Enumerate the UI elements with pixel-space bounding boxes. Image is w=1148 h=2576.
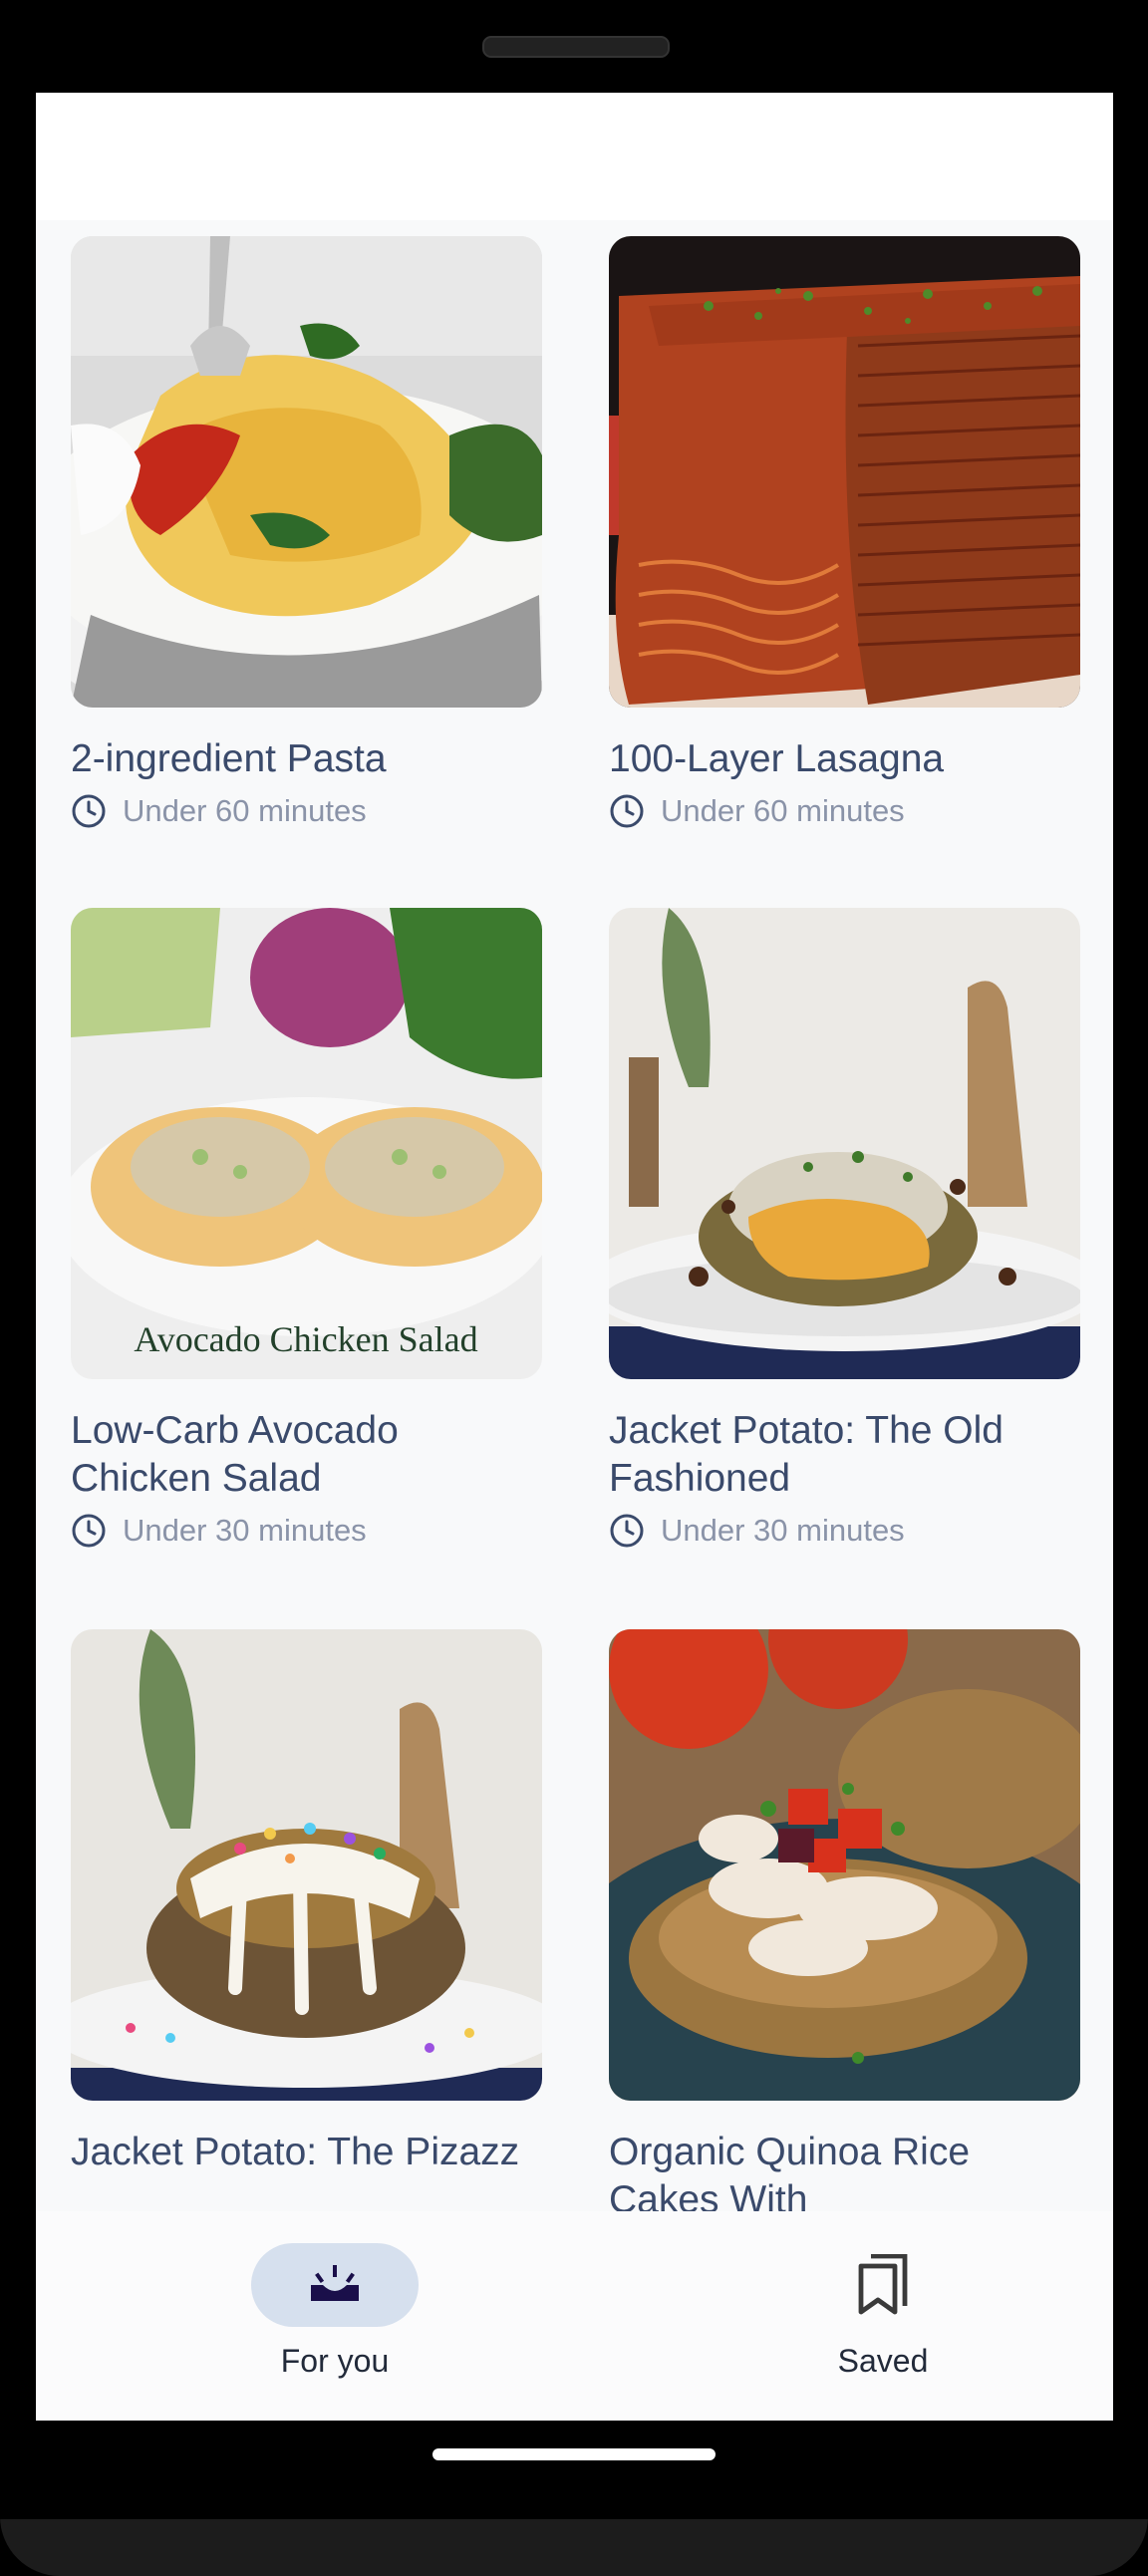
recipe-image[interactable] (71, 1629, 542, 2101)
recipe-time: Under 60 minutes (71, 791, 542, 831)
recipe-card[interactable]: Jacket Potato: The Old Fashioned Under 3… (609, 908, 1080, 1551)
recipe-title: Jacket Potato: The Old Fashioned (609, 1409, 1004, 1500)
image-caption: Avocado Chicken Salad (134, 1319, 477, 1359)
clock-icon (610, 794, 644, 828)
recipe-title: 100-Layer Lasagna (609, 737, 945, 780)
phone-frame: 2-ingredient Pasta Under 60 minutes 100-… (0, 0, 1148, 2576)
recipe-time: Under 30 minutes (71, 1511, 542, 1551)
recipe-image[interactable] (609, 1629, 1080, 2101)
recipe-time-label: Under 30 minutes (661, 1513, 905, 1548)
recipe-time-label: Under 60 minutes (123, 793, 367, 828)
recipe-time-label: Under 30 minutes (123, 1513, 367, 1548)
recipe-image[interactable] (609, 236, 1080, 708)
nav-for-you[interactable]: For you (185, 2211, 484, 2421)
recipe-card[interactable]: Organic Quinoa Rice Cakes With (609, 1629, 1080, 2224)
recipe-card[interactable]: Jacket Potato: The Pizazz (71, 1629, 542, 2176)
status-bar (36, 93, 1113, 220)
nav-active-indicator (251, 2243, 419, 2327)
clock-icon (72, 1514, 106, 1548)
device-bezel-bottom (0, 2519, 1148, 2576)
speaker-grille (482, 36, 670, 58)
recipe-time: Under 60 minutes (609, 791, 1080, 831)
clock-icon (610, 1514, 644, 1548)
recipe-title: 2-ingredient Pasta (71, 737, 387, 780)
recipe-title: Jacket Potato: The Pizazz (71, 2131, 520, 2173)
recipe-card[interactable]: 2-ingredient Pasta Under 60 minutes (71, 236, 542, 831)
app-screen: 2-ingredient Pasta Under 60 minutes 100-… (36, 93, 1113, 2421)
recipe-image[interactable]: Avocado Chicken Salad (71, 908, 542, 1379)
recipe-title: Organic Quinoa Rice Cakes With (609, 2131, 971, 2221)
home-indicator[interactable] (432, 2448, 716, 2460)
recipe-time: Under 30 minutes (609, 1511, 1080, 1551)
recipe-time-label: Under 60 minutes (661, 793, 905, 828)
bottom-navigation: For you Saved (36, 2211, 1113, 2421)
for-you-icon (311, 2265, 359, 2301)
recipe-card[interactable]: Avocado Chicken Salad Low-Carb Avocado C… (71, 908, 542, 1551)
recipe-grid[interactable]: 2-ingredient Pasta Under 60 minutes 100-… (36, 220, 1113, 2303)
nav-icon-container (799, 2243, 967, 2327)
bookmarks-icon (858, 2254, 908, 2315)
recipe-card[interactable]: 100-Layer Lasagna Under 60 minutes (609, 236, 1080, 831)
recipe-title: Low-Carb Avocado Chicken Salad (71, 1409, 399, 1500)
recipe-image[interactable] (71, 236, 542, 708)
nav-saved-label: Saved (837, 2343, 929, 2379)
recipe-image[interactable] (609, 908, 1080, 1379)
nav-saved[interactable]: Saved (733, 2211, 1032, 2421)
clock-icon (72, 794, 106, 828)
nav-for-you-label: For you (280, 2343, 390, 2379)
